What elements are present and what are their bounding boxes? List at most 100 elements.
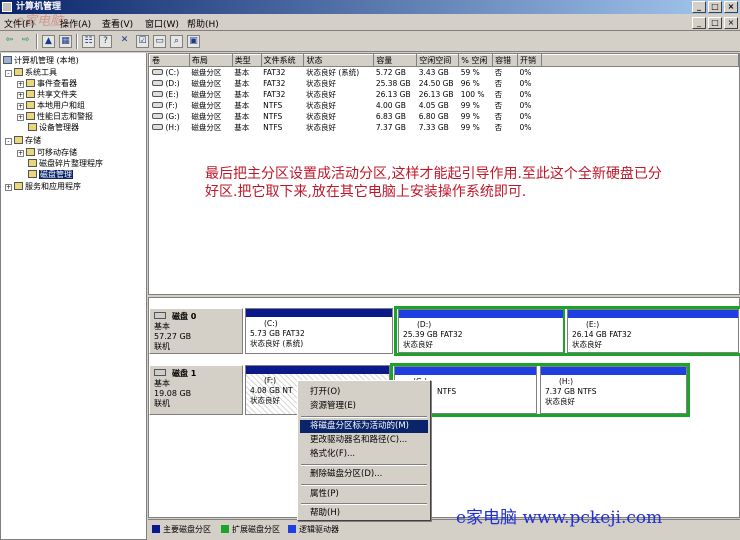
collapse-toggle[interactable]: -: [5, 138, 12, 145]
legend-extended: 扩展磁盘分区: [221, 524, 280, 535]
forward-arrow-icon[interactable]: ⇨: [19, 35, 32, 48]
tree-item-defragmenter[interactable]: 磁盘碎片整理程序: [28, 158, 103, 169]
tree-item-local-users[interactable]: + 本地用户和组: [17, 100, 85, 111]
menu-help[interactable]: 帮助(H): [187, 17, 219, 30]
menu-item-change-drive-letter[interactable]: 更改驱动器名和路径(C)...: [300, 434, 428, 447]
minimize-button[interactable]: _: [692, 1, 706, 13]
partition-e[interactable]: (E:) 26.14 GB FAT32 状态良好: [567, 309, 739, 353]
tree-item-shared-folders[interactable]: + 共享文件夹: [17, 89, 77, 100]
column-header[interactable]: 卷: [149, 54, 190, 67]
table-cell: 磁盘分区: [191, 79, 222, 88]
menu-window[interactable]: 窗口(W): [145, 17, 179, 30]
table-cell: 99 %: [460, 101, 480, 110]
table-row[interactable]: (D:) 磁盘分区 基本 FAT32 状态良好 25.38 GB 24.50 G…: [150, 78, 739, 89]
volume-cell: (G:): [150, 111, 190, 122]
table-cell: 7.33 GB: [418, 123, 449, 132]
storage-icon: [14, 136, 23, 144]
menu-separator: [301, 484, 427, 486]
tree-item-system-tools[interactable]: - 系统工具: [5, 67, 57, 78]
table-cell: 4.05 GB: [418, 101, 449, 110]
expand-toggle[interactable]: +: [17, 92, 24, 99]
column-header[interactable]: 开销: [516, 54, 542, 67]
properties-icon[interactable]: ☷: [82, 35, 95, 48]
table-cell: 否: [494, 123, 503, 132]
tree-root[interactable]: 计算机管理 (本地): [3, 55, 79, 66]
logical-drive-bar: [395, 367, 536, 375]
menu-item-open[interactable]: 打开(O): [300, 386, 428, 399]
defrag-icon: [28, 159, 37, 167]
show-tree-icon[interactable]: ▦: [59, 35, 72, 48]
collapse-toggle[interactable]: -: [5, 70, 12, 77]
child-minimize-button[interactable]: _: [692, 17, 706, 29]
expand-toggle[interactable]: +: [17, 114, 24, 121]
tree-item-event-viewer[interactable]: + 事件查看器: [17, 78, 77, 89]
table-row[interactable]: (C:) 磁盘分区 基本 FAT32 状态良好 (系统) 5.72 GB 3.4…: [150, 67, 739, 79]
tree-item-storage[interactable]: - 存储: [5, 135, 41, 146]
column-header[interactable]: 容错: [492, 54, 518, 67]
drive-icon: [151, 113, 163, 119]
menu-item-mark-active[interactable]: 将磁盘分区标为活动的(M): [300, 420, 428, 433]
child-window-controls: _ □ ×: [692, 17, 738, 29]
menu-action[interactable]: 操作(A): [60, 17, 91, 30]
toolbar: ⇦ ⇨ ▲ ▦ ☷ ? ✕ ☑ ▭ ⌕ ▣: [0, 32, 740, 52]
table-cell: NTFS: [263, 101, 283, 110]
column-header[interactable]: 类型: [231, 54, 262, 67]
drive-icon: [151, 69, 163, 75]
column-header[interactable]: 空闲空间: [416, 54, 460, 67]
table-cell: 否: [494, 112, 503, 121]
menu-view[interactable]: 查看(V): [102, 17, 133, 30]
table-cell: NTFS: [263, 112, 283, 121]
expand-toggle[interactable]: +: [17, 150, 24, 157]
partition-h[interactable]: (H:) 7.37 GB NTFS 状态良好: [540, 366, 687, 414]
expand-toggle[interactable]: +: [5, 184, 12, 191]
menu-file[interactable]: 文件(F): [4, 17, 34, 30]
column-header[interactable]: % 空闲: [458, 54, 494, 67]
primary-partition-bar: [246, 366, 389, 374]
primary-partition-bar: [246, 309, 392, 317]
delete-icon[interactable]: ✕: [118, 35, 131, 48]
checklist-icon[interactable]: ☑: [136, 35, 149, 48]
open-folder-icon[interactable]: ▭: [153, 35, 166, 48]
column-header[interactable]: 状态: [303, 54, 375, 67]
partition-c[interactable]: (C:) 5.73 GB FAT32 状态良好 (系统): [245, 308, 393, 354]
column-header[interactable]: 容量: [373, 54, 418, 67]
table-row[interactable]: (F:) 磁盘分区 基本 NTFS 状态良好 4.00 GB 4.05 GB 9…: [150, 100, 739, 111]
tree-item-device-manager[interactable]: 设备管理器: [28, 122, 79, 133]
menu-item-explore[interactable]: 资源管理(E): [300, 400, 428, 413]
help-icon[interactable]: ?: [99, 35, 112, 48]
expand-toggle[interactable]: +: [17, 81, 24, 88]
disk-graphical-pane: 磁盘 0 基本 57.27 GB 联机 (C:) 5.73 GB FAT32 状…: [148, 297, 740, 518]
column-header[interactable]: 布局: [188, 54, 233, 67]
expand-toggle[interactable]: +: [17, 103, 24, 110]
table-row[interactable]: (H:) 磁盘分区 基本 NTFS 状态良好 7.37 GB 7.33 GB 9…: [150, 122, 739, 133]
maximize-button[interactable]: □: [708, 1, 722, 13]
table-row[interactable]: (G:) 磁盘分区 基本 NTFS 状态良好 6.83 GB 6.80 GB 9…: [150, 111, 739, 122]
up-folder-icon[interactable]: ▲: [42, 35, 55, 48]
disk-1-label[interactable]: 磁盘 1 基本 19.08 GB 联机: [149, 365, 243, 415]
menu-item-format[interactable]: 格式化(F)...: [300, 448, 428, 461]
table-header: 卷 布局 类型 文件系统 状态 容量 空闲空间 % 空闲 容错 开销: [149, 54, 740, 67]
child-close-button[interactable]: ×: [724, 17, 738, 29]
tree-item-removable-storage[interactable]: + 可移动存储: [17, 147, 77, 158]
table-cell: 6.80 GB: [418, 112, 449, 121]
table-cell: 5.72 GB: [375, 68, 406, 77]
close-button[interactable]: ×: [724, 1, 738, 13]
table-cell: 否: [494, 90, 503, 99]
column-header-filler: [540, 54, 740, 67]
search-icon[interactable]: ⌕: [170, 35, 183, 48]
child-restore-button[interactable]: □: [708, 17, 722, 29]
table-row[interactable]: (E:) 磁盘分区 基本 FAT32 状态良好 26.13 GB 26.13 G…: [150, 89, 739, 100]
table-cell: 基本: [234, 68, 250, 77]
column-header[interactable]: 文件系统: [260, 54, 305, 67]
disk-0-label[interactable]: 磁盘 0 基本 57.27 GB 联机: [149, 308, 243, 354]
menu-item-delete-partition[interactable]: 删除磁盘分区(D)...: [300, 468, 428, 481]
tree-item-performance-logs[interactable]: + 性能日志和警报: [17, 111, 93, 122]
table-cell: 否: [494, 68, 503, 77]
disk-icon[interactable]: ▣: [187, 35, 200, 48]
menu-item-properties[interactable]: 属性(P): [300, 488, 428, 501]
tree-item-services-apps[interactable]: + 服务和应用程序: [5, 181, 81, 192]
tree-item-disk-management[interactable]: 磁盘管理: [28, 169, 73, 180]
back-arrow-icon[interactable]: ⇦: [3, 35, 16, 48]
partition-d[interactable]: (D:) 25.39 GB FAT32 状态良好: [398, 309, 565, 353]
menu-item-help[interactable]: 帮助(H): [300, 507, 428, 520]
